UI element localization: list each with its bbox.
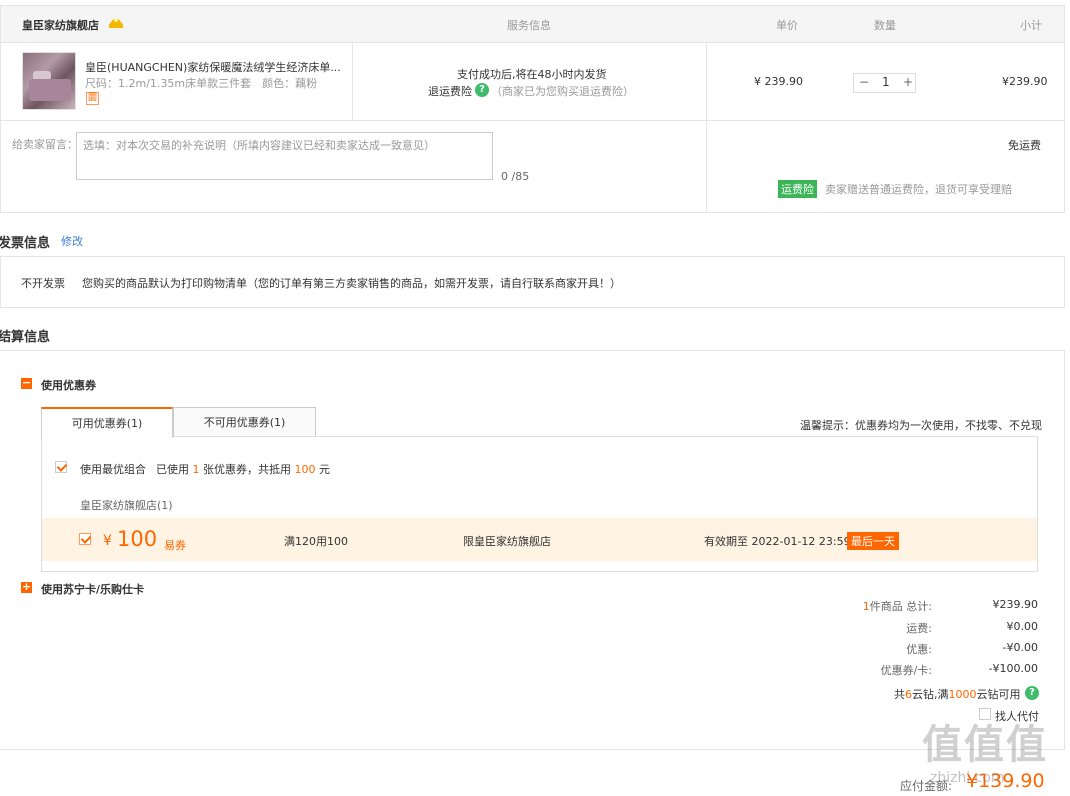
invoice-note: 您购买的商品默认为打印购物清单（您的订单有第三方卖家销售的商品，如需开发票，请自… <box>82 277 621 290</box>
divider <box>0 749 1065 750</box>
qty-minus-button[interactable]: − <box>859 75 869 89</box>
insurance-text: 卖家赠送普通运费险，退货可享受理赔 <box>825 183 1012 196</box>
settlement-title: 结算信息 <box>0 330 51 345</box>
invoice-title: 发票信息 <box>0 236 51 251</box>
ship-promise: 支付成功后,将在48小时内发货 <box>457 68 607 81</box>
yz-threshold: 1000 <box>948 688 977 701</box>
best-combo-checkbox[interactable] <box>55 461 67 473</box>
header-subtotal: 小计 <box>1020 19 1042 32</box>
watermark-url: zhizhi.com <box>930 770 1005 786</box>
used-prefix: 已使用 <box>156 463 189 476</box>
coupon-expiry: 有效期至 2022-01-12 23:59 <box>704 535 851 548</box>
product-thumbnail[interactable] <box>22 52 76 110</box>
invoice-edit-link[interactable]: 修改 <box>61 233 83 249</box>
discount-label: 优惠: <box>906 643 932 656</box>
message-textarea[interactable]: 选填：对本次交易的补充说明（所填内容建议已经和卖家达成一致意见） <box>76 132 493 180</box>
items-count: 1 <box>862 600 870 613</box>
used-count: 1 <box>192 463 200 476</box>
divider <box>352 43 353 120</box>
tab-unavailable-coupons[interactable]: 不可用优惠券(1) <box>173 407 316 437</box>
tab-available-coupons[interactable]: 可用优惠券(1) <box>41 407 173 438</box>
coupon-checkbox[interactable] <box>79 533 91 545</box>
yz-mid: 云钻,满 <box>912 688 949 701</box>
coupon-card-label: 优惠券/卡: <box>880 664 932 677</box>
shipping-label: 运费: <box>906 622 932 635</box>
insurance-badge: 运费险 <box>778 180 817 198</box>
items-total-value: ¥239.90 <box>992 598 1039 611</box>
divider <box>706 43 707 213</box>
coupon-store-group: 皇臣家纺旗舰店(1) <box>80 499 173 512</box>
free-shipping: 免运费 <box>1008 139 1041 152</box>
return-insurance-note: （商家已为您购买退运费险） <box>491 85 634 98</box>
coupon-tip: 温馨提示：优惠券均为一次使用，不找零、不兑现 <box>800 419 1042 432</box>
line-subtotal: ¥239.90 <box>1002 75 1048 88</box>
store-name[interactable]: 皇臣家纺旗舰店 <box>22 17 99 33</box>
yunzuan-info: 共6云钻,满1000云钻可用 <box>894 686 1021 702</box>
divider <box>0 120 1065 121</box>
coupon-currency: ¥ <box>103 533 112 549</box>
discount-value: -¥0.00 <box>1002 641 1038 654</box>
yz-count: 6 <box>905 688 912 701</box>
return-insurance-label: 退运费险 <box>428 85 472 98</box>
used-mid: 张优惠券，共抵用 <box>203 463 291 476</box>
coupon-used-summary: 已使用 1 张优惠券，共抵用 100 元 <box>156 461 330 477</box>
coupon-amount: 100 <box>117 527 158 551</box>
last-day-badge: 最后一天 <box>847 532 899 550</box>
coupon-scope: 限皇臣家纺旗舰店 <box>463 535 551 548</box>
quantity-stepper[interactable]: − 1 + <box>853 73 916 93</box>
items-total-label: 1件商品 总计: <box>772 598 932 614</box>
watermark: 值值值 <box>922 722 1048 768</box>
product-tag: 圜 <box>86 92 99 105</box>
unit-price: ¥ 239.90 <box>754 75 803 88</box>
yz-pre: 共 <box>894 688 905 701</box>
help-icon[interactable]: ? <box>475 83 489 97</box>
items-label: 件商品 总计: <box>869 600 932 613</box>
coupon-condition: 满120用100 <box>284 535 348 548</box>
message-counter: 0 /85 <box>501 170 530 183</box>
product-spec: 尺码：1.2m/1.35m床单款三件套 颜色：藕粉 <box>85 77 318 90</box>
header-price: 单价 <box>776 19 798 32</box>
used-suffix: 元 <box>319 463 330 476</box>
yunzuan-help-icon[interactable]: ? <box>1025 686 1039 700</box>
qty-plus-button[interactable]: + <box>903 75 913 89</box>
coupon-section-label[interactable]: 使用优惠券 <box>41 377 96 393</box>
header-service: 服务信息 <box>507 19 551 32</box>
invoice-type: 不开发票 <box>21 277 65 290</box>
store-badge-icon <box>107 14 123 28</box>
collapse-icon[interactable]: − <box>21 377 32 389</box>
header-qty: 数量 <box>874 19 896 32</box>
message-label: 给卖家留言： <box>12 138 78 151</box>
qty-input[interactable]: 1 <box>882 75 890 89</box>
expand-icon[interactable]: + <box>21 581 32 593</box>
shipping-value: ¥0.00 <box>1006 620 1039 633</box>
yz-suf: 云钻可用 <box>976 688 1021 701</box>
card-section-label[interactable]: 使用苏宁卡/乐购仕卡 <box>41 581 144 597</box>
used-amount: 100 <box>294 463 316 476</box>
coupon-kind: 易券 <box>164 539 186 552</box>
coupon-card-value: -¥100.00 <box>988 662 1038 675</box>
best-combo-label: 使用最优组合 <box>80 463 146 476</box>
product-title[interactable]: 皇臣(HUANGCHEN)家纺保暖魔法绒学生经济床单... <box>85 59 350 75</box>
